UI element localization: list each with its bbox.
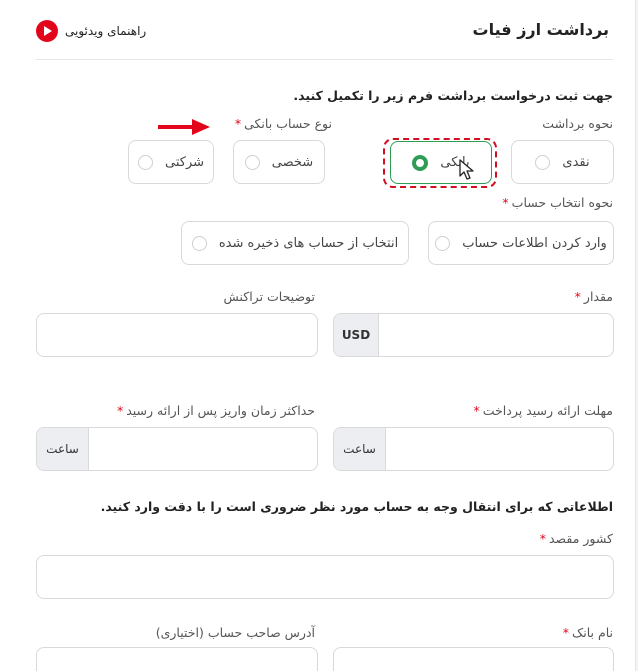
withdraw-form-card: برداشت ارز فیات راهنمای ویدئویی جهت ثبت … (0, 0, 636, 671)
account-type-personal[interactable]: شخصی (233, 140, 325, 184)
account-selection-saved-label: انتخاب از حساب های ذخیره شده (218, 235, 399, 251)
max-deposit-time-label: حداکثر زمان واریز پس از ارائه رسید* (116, 403, 315, 418)
account-selection-manual[interactable]: وارد کردن اطلاعات حساب (428, 221, 614, 265)
play-icon (36, 20, 58, 42)
account-selection-manual-label: وارد کردن اطلاعات حساب (462, 235, 607, 251)
mouse-cursor-icon (459, 159, 474, 180)
highlight-dashed-box (383, 138, 497, 188)
receipt-deadline-unit: ساعت (334, 428, 386, 470)
form-intro: جهت ثبت درخواست برداشت فرم زیر را تکمیل … (293, 88, 613, 103)
max-deposit-time-unit: ساعت (37, 428, 89, 470)
max-deposit-time-input[interactable]: ساعت (36, 427, 318, 471)
receipt-deadline-input[interactable]: ساعت (333, 427, 614, 471)
receipt-deadline-label: مهلت ارائه رسید پرداخت* (473, 403, 613, 418)
withdraw-option-cash-label: نقدی (562, 154, 590, 170)
withdraw-option-cash[interactable]: نقدی (511, 140, 614, 184)
account-selection-manual-radio[interactable] (435, 235, 451, 251)
bank-name-input[interactable] (333, 647, 614, 671)
amount-input[interactable]: USD (333, 313, 614, 357)
account-type-personal-label: شخصی (271, 154, 314, 170)
red-arrow-icon (158, 119, 210, 135)
page-title: برداشت ارز فیات (472, 20, 609, 39)
withdraw-option-cash-radio[interactable] (535, 154, 551, 170)
account-selection-saved-radio[interactable] (191, 235, 207, 251)
description-input[interactable] (36, 313, 318, 357)
transfer-info-note: اطلاعاتی که برای انتقال وجه به حساب مورد… (100, 499, 613, 514)
withdraw-method-label: نحوه برداشت (542, 116, 613, 131)
description-label: توضیحات تراکنش (223, 289, 315, 304)
bank-name-label: نام بانک* (562, 625, 613, 640)
amount-label: مقدار* (574, 289, 613, 304)
account-type-corporate-radio[interactable] (138, 154, 153, 170)
account-type-personal-radio[interactable] (244, 154, 260, 170)
account-selection-label: نحوه انتخاب حساب* (502, 195, 613, 210)
destination-country-label: کشور مقصد* (539, 531, 613, 546)
currency-addon: USD (334, 314, 379, 356)
account-type-label: نوع حساب بانکی* (234, 116, 332, 131)
account-type-corporate-label: شرکتی (165, 154, 205, 170)
header-divider (36, 59, 613, 60)
account-selection-saved[interactable]: انتخاب از حساب های ذخیره شده (181, 221, 409, 265)
holder-address-input[interactable] (36, 647, 318, 671)
video-guide-label: راهنمای ویدئویی (65, 24, 147, 38)
video-guide-link[interactable]: راهنمای ویدئویی (36, 20, 146, 42)
holder-address-label: آدرس صاحب حساب (اختیاری) (155, 625, 315, 640)
account-type-corporate[interactable]: شرکتی (128, 140, 214, 184)
destination-country-input[interactable] (36, 555, 614, 599)
